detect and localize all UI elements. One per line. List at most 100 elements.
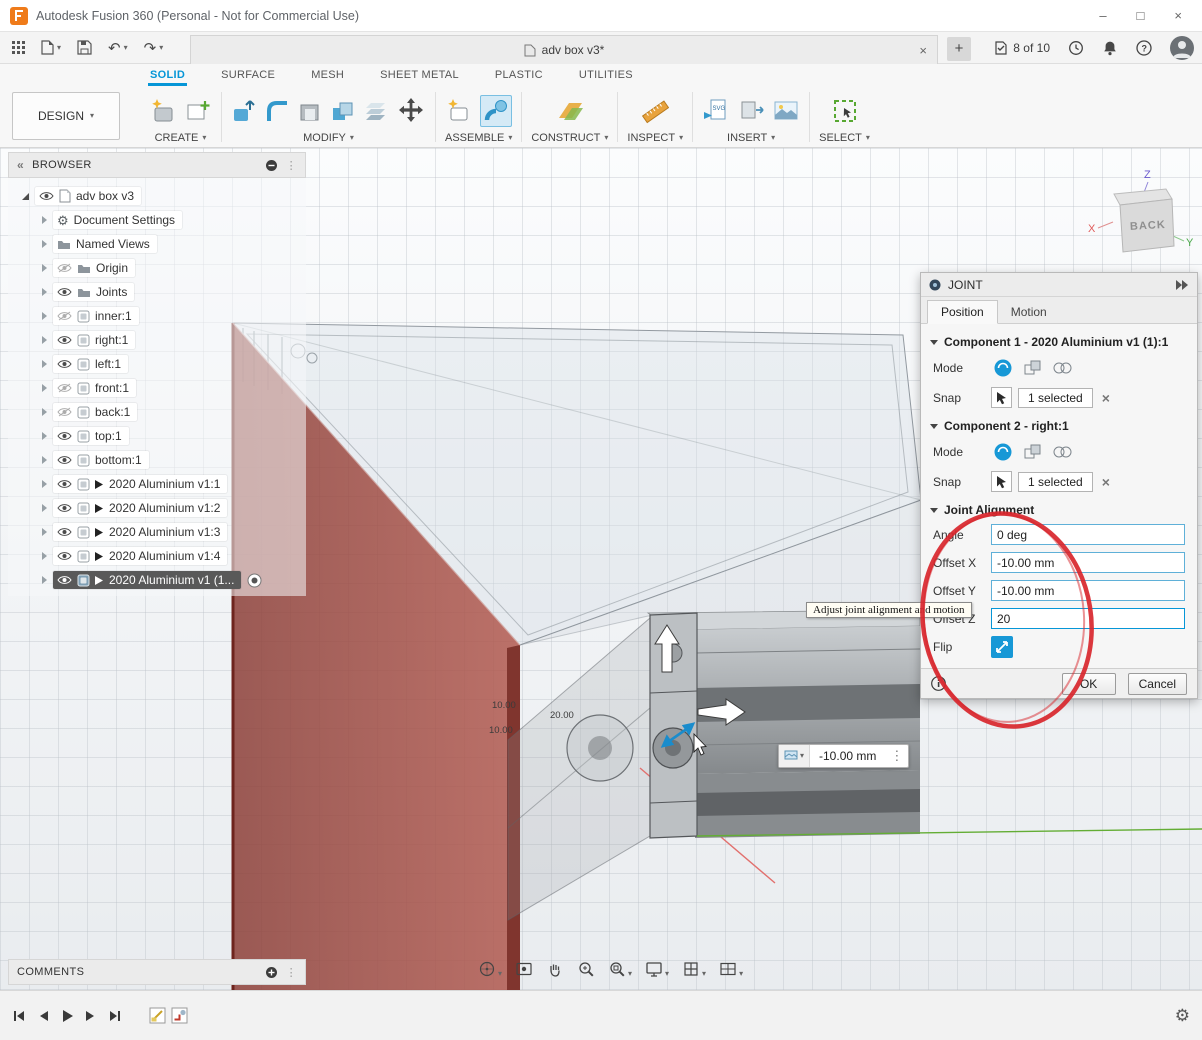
create-dropdown[interactable]: CREATE▾	[155, 132, 207, 146]
new-solid-icon[interactable]	[149, 97, 177, 125]
visibility-eye-off-icon[interactable]	[57, 407, 72, 417]
grid-settings-icon[interactable]: ▾	[682, 960, 706, 978]
browser-item[interactable]: 2020 Aluminium v1:1	[8, 472, 306, 496]
close-button[interactable]: ×	[1174, 8, 1182, 23]
tab-plastic[interactable]: PLASTIC	[493, 67, 545, 86]
construction-plane-icon[interactable]	[556, 97, 584, 125]
visibility-eye-icon[interactable]	[57, 455, 72, 465]
offset-value-field[interactable]: -10.00 mm	[810, 749, 885, 763]
browser-item-selected[interactable]: 2020 Aluminium v1 (1...	[8, 568, 306, 592]
collapsed-caret-icon[interactable]	[42, 504, 47, 512]
browser-item[interactable]: top:1	[8, 424, 306, 448]
shell-icon[interactable]	[297, 98, 323, 124]
display-settings-icon[interactable]: ▾	[645, 960, 669, 978]
construct-dropdown[interactable]: CONSTRUCT▾	[531, 132, 608, 146]
timeline-sketch-feature-icon[interactable]	[149, 1007, 166, 1024]
mode-simple-icon[interactable]	[991, 440, 1015, 464]
browser-item[interactable]: Joints	[8, 280, 306, 304]
snap-select-cursor-icon[interactable]	[991, 471, 1012, 492]
visibility-eye-icon[interactable]	[57, 503, 72, 513]
collapsed-caret-icon[interactable]	[42, 432, 47, 440]
notifications-bell-icon[interactable]	[1102, 40, 1118, 56]
pattern-icon[interactable]	[363, 98, 389, 124]
settings-gear-icon[interactable]: ⚙	[1175, 1006, 1190, 1026]
collapsed-caret-icon[interactable]	[42, 240, 47, 248]
joint-tool-icon[interactable]	[480, 95, 512, 127]
clear-selection-icon[interactable]: ×	[1099, 474, 1113, 490]
visibility-eye-icon[interactable]	[57, 479, 72, 489]
offset-x-input[interactable]	[991, 552, 1185, 573]
angle-input[interactable]	[991, 524, 1185, 545]
combine-icon[interactable]	[330, 98, 356, 124]
component2-section-header[interactable]: Component 2 - right:1	[930, 419, 1188, 433]
select-dropdown[interactable]: SELECT▾	[819, 132, 870, 146]
collapsed-caret-icon[interactable]	[42, 360, 47, 368]
undo-icon[interactable]: ↶▾	[108, 39, 128, 57]
help-icon[interactable]: ?	[1136, 40, 1152, 56]
visibility-eye-icon[interactable]	[39, 191, 54, 201]
press-pull-icon[interactable]	[231, 98, 257, 124]
collapsed-caret-icon[interactable]	[42, 312, 47, 320]
expanded-caret-icon[interactable]	[22, 193, 29, 200]
mode-between-faces-icon[interactable]	[1051, 356, 1075, 380]
activate-component-radio[interactable]	[247, 573, 262, 588]
browser-item[interactable]: inner:1	[8, 304, 306, 328]
visibility-eye-icon[interactable]	[57, 431, 72, 441]
browser-item[interactable]: ⚙Document Settings	[8, 208, 306, 232]
zoom-icon[interactable]	[577, 960, 595, 978]
snap-selection-count[interactable]: 1 selected	[1018, 472, 1093, 492]
step-back-icon[interactable]	[37, 1009, 49, 1023]
tab-position[interactable]: Position	[927, 300, 998, 324]
tab-sheet-metal[interactable]: SHEET METAL	[378, 67, 461, 86]
dock-panel-icon[interactable]	[1175, 280, 1189, 290]
browser-options-icon[interactable]	[265, 159, 278, 172]
visibility-eye-off-icon[interactable]	[57, 263, 72, 273]
offset-z-input[interactable]	[991, 608, 1185, 629]
collapsed-caret-icon[interactable]	[42, 528, 47, 536]
collapsed-caret-icon[interactable]	[42, 216, 47, 224]
user-avatar[interactable]	[1170, 36, 1194, 60]
data-panel-grid-icon[interactable]	[12, 41, 25, 54]
collapsed-caret-icon[interactable]	[42, 552, 47, 560]
snap-selection-count[interactable]: 1 selected	[1018, 388, 1093, 408]
browser-header[interactable]: « BROWSER ⋮	[8, 152, 306, 178]
collapse-panel-icon[interactable]: «	[17, 159, 24, 171]
viewports-icon[interactable]: ▾	[719, 960, 743, 978]
viewcube[interactable]: Z X Y BACK	[1086, 166, 1198, 266]
timeline-joint-feature-icon[interactable]	[171, 1007, 188, 1024]
redo-icon[interactable]: ↷▾	[144, 39, 164, 57]
browser-item[interactable]: 2020 Aluminium v1:4	[8, 544, 306, 568]
viewport[interactable]: 10.00 20.00 10.00 « BROWSER ⋮ adv box v3…	[0, 148, 1202, 990]
tab-solid[interactable]: SOLID	[148, 67, 187, 86]
snap-select-cursor-icon[interactable]	[991, 387, 1012, 408]
new-component-icon[interactable]	[445, 97, 473, 125]
tab-utilities[interactable]: UTILITIES	[577, 67, 635, 86]
play-icon[interactable]	[60, 1008, 74, 1024]
cancel-button[interactable]: Cancel	[1128, 673, 1187, 695]
minimize-button[interactable]: –	[1099, 8, 1106, 23]
visibility-eye-icon[interactable]	[57, 551, 72, 561]
visibility-eye-icon[interactable]	[57, 575, 72, 585]
joint-dialog-header[interactable]: JOINT	[921, 273, 1197, 297]
assemble-dropdown[interactable]: ASSEMBLE▾	[445, 132, 512, 146]
maximize-button[interactable]: □	[1137, 8, 1145, 23]
offset-y-input[interactable]	[991, 580, 1185, 601]
component1-section-header[interactable]: Component 1 - 2020 Aluminium v1 (1):1	[930, 335, 1188, 349]
tab-mesh[interactable]: MESH	[309, 67, 346, 86]
browser-item[interactable]: front:1	[8, 376, 306, 400]
visibility-eye-off-icon[interactable]	[57, 311, 72, 321]
flip-button[interactable]	[991, 636, 1013, 658]
file-menu-icon[interactable]: ▾	[41, 40, 61, 55]
insert-derive-icon[interactable]	[737, 97, 765, 125]
skip-to-end-icon[interactable]	[108, 1009, 122, 1023]
ok-button[interactable]: OK	[1062, 673, 1116, 695]
panel-drag-handle-icon[interactable]: ⋮	[286, 159, 297, 172]
visibility-eye-icon[interactable]	[57, 359, 72, 369]
move-copy-icon[interactable]	[396, 96, 426, 126]
step-forward-icon[interactable]	[85, 1009, 97, 1023]
mode-planar-icon[interactable]	[1021, 440, 1045, 464]
workspace-selector[interactable]: DESIGN▾	[12, 92, 120, 140]
collapsed-caret-icon[interactable]	[42, 408, 47, 416]
visibility-eye-icon[interactable]	[57, 287, 72, 297]
clear-selection-icon[interactable]: ×	[1099, 390, 1113, 406]
